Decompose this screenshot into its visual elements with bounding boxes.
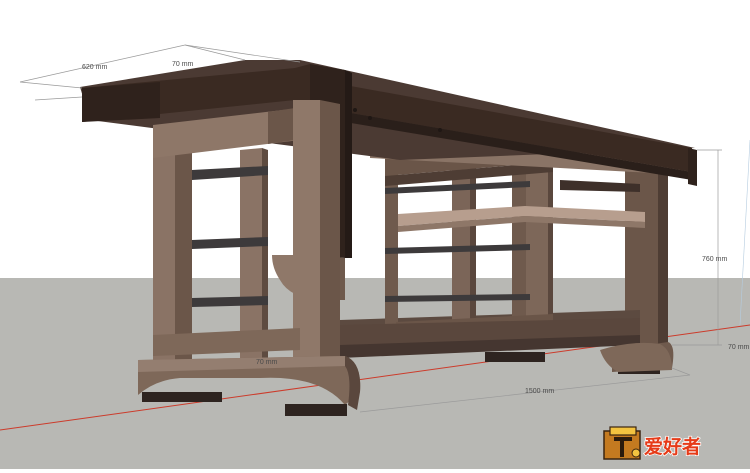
site-logo: 爱好者 xyxy=(602,423,742,463)
logo-text: 爱好者 xyxy=(644,435,701,458)
logo-graphic: 爱好者 xyxy=(603,426,702,460)
dimension-small: 70 mm xyxy=(256,359,278,366)
sketchup-viewport[interactable]: 620 mm 70 mm 760 mm 70 mm 1500 mm 70 mm … xyxy=(0,0,750,469)
depth-dimension-label: 620 mm xyxy=(82,64,107,71)
workbench-model-canvas[interactable]: 620 mm 70 mm 760 mm 70 mm 1500 mm 70 mm xyxy=(0,0,750,469)
height-dimension-label: 760 mm xyxy=(702,256,727,263)
dimension-foot: 70 mm xyxy=(728,344,750,351)
thickness-dimension-label: 70 mm xyxy=(172,61,194,68)
length-dimension-label: 1500 mm xyxy=(525,388,554,395)
small-dimension-label: 70 mm xyxy=(256,359,278,366)
foot-dimension-label: 70 mm xyxy=(728,344,750,351)
